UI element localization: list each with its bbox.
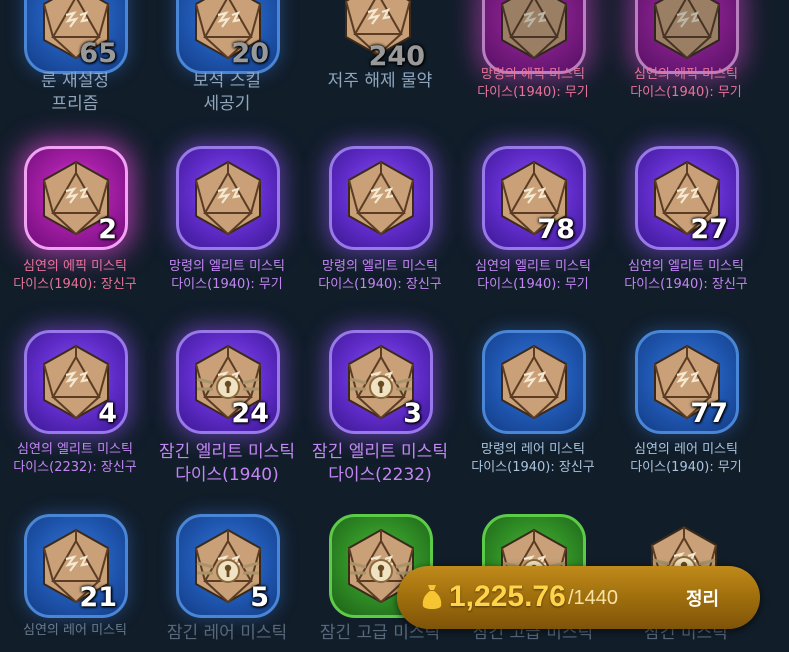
item-name-line: 다이스(2232): 장신구 — [13, 460, 137, 475]
item-name-line: 다이스(1940): 무기 — [171, 277, 283, 292]
item-tile-epic[interactable] — [482, 0, 586, 74]
item-tile-rare[interactable]: 21 — [24, 514, 128, 618]
item-name-line: 다이스(1940): 무기 — [477, 277, 589, 292]
item-name-line: 다이스(1940): 무기 — [477, 85, 589, 100]
item-tile-elite[interactable] — [329, 146, 433, 250]
item-name-line: 망령의 에픽 미스틱 — [481, 67, 585, 82]
item-tile-rare[interactable] — [482, 330, 586, 434]
item-tile-elite[interactable]: 4 — [24, 330, 128, 434]
item-tile-elite[interactable]: 3 — [329, 330, 433, 434]
item-tile-elite[interactable]: 78 — [482, 146, 586, 250]
item-name-line: 다이스(1940): 장신구 — [471, 460, 595, 475]
item-name-line: 심연의 엘리트 미스틱 — [628, 259, 744, 274]
item-name-line: 심연의 엘리트 미스틱 — [17, 442, 133, 457]
item-tile-rare[interactable]: 65 — [24, 0, 128, 74]
item-name-line: 보석 스킬 — [193, 71, 261, 91]
item-tile-elite[interactable]: 24 — [176, 330, 280, 434]
item-quantity: 65 — [79, 38, 117, 69]
item-name-line: 잠긴 레어 미스틱 — [166, 623, 288, 643]
item-name-line: 심연의 레어 미스틱 — [23, 623, 127, 638]
item-quantity: 2 — [98, 214, 117, 245]
item-quantity: 20 — [231, 38, 269, 69]
item-tile-none[interactable]: 240 — [329, 0, 433, 74]
item-quantity: 78 — [537, 214, 575, 245]
item-name-line: 다이스(1940) — [175, 465, 279, 485]
currency-capacity: /1440 — [568, 587, 619, 609]
item-quantity: 24 — [231, 398, 269, 429]
item-name-line: 다이스(1940): 장신구 — [13, 277, 137, 292]
inventory-grid: 65 룬 재설정프리즘 20 보석 스킬세공기 240 저주 해제 물약 망령의 에픽 미스… — [0, 0, 789, 652]
item-name-line: 다이스(2232) — [328, 465, 432, 485]
item-tile-epic[interactable]: 2 — [24, 146, 128, 250]
item-quantity: 27 — [690, 214, 728, 245]
item-name-line: 잠긴 엘리트 미스틱 — [312, 442, 448, 462]
item-name-line: 다이스(1940): 무기 — [630, 460, 742, 475]
item-name-line: 심연의 레어 미스틱 — [634, 442, 738, 457]
item-quantity: 3 — [403, 398, 422, 429]
item-tile-elite[interactable] — [176, 146, 280, 250]
mystic-dice-icon — [654, 0, 720, 60]
item-tile-elite[interactable]: 27 — [635, 146, 739, 250]
item-name-line: 프리즘 — [51, 94, 99, 114]
item-name-line: 다이스(1940): 장신구 — [624, 277, 748, 292]
item-tile-rare[interactable]: 5 — [176, 514, 280, 618]
mystic-dice-icon — [501, 0, 567, 60]
item-name-line: 심연의 엘리트 미스틱 — [475, 259, 591, 274]
currency-amount: 1,225.76 — [449, 580, 566, 613]
item-quantity: 4 — [98, 398, 117, 429]
item-name-line: 다이스(1940): 장신구 — [318, 277, 442, 292]
item-quantity: 21 — [79, 582, 117, 613]
item-name-line: 심연의 에픽 미스틱 — [23, 259, 127, 274]
item-name-line: 저주 해제 물약 — [327, 71, 433, 91]
item-name-line: 망령의 엘리트 미스틱 — [169, 259, 285, 274]
item-name-line: 망령의 레어 미스틱 — [481, 442, 585, 457]
item-name-line: 세공기 — [203, 94, 251, 114]
item-quantity: 5 — [250, 582, 269, 613]
item-tile-epic[interactable] — [635, 0, 739, 74]
item-name-line: 잠긴 엘리트 미스틱 — [159, 442, 295, 462]
item-quantity: 77 — [690, 398, 728, 429]
item-name-line: 망령의 엘리트 미스틱 — [322, 259, 438, 274]
item-name-line: 심연의 에픽 미스틱 — [634, 67, 738, 82]
item-name-line: 다이스(1940): 무기 — [630, 85, 742, 100]
sort-button[interactable]: 정리 — [686, 585, 719, 611]
item-name-line: 룬 재설정 — [41, 71, 109, 91]
mystic-dice-icon — [501, 344, 567, 420]
item-tile-rare[interactable]: 77 — [635, 330, 739, 434]
item-quantity: 240 — [368, 41, 425, 72]
mystic-dice-icon — [348, 160, 414, 236]
item-tile-rare[interactable]: 20 — [176, 0, 280, 74]
mystic-dice-icon — [195, 160, 261, 236]
money-bag-icon — [422, 585, 442, 609]
